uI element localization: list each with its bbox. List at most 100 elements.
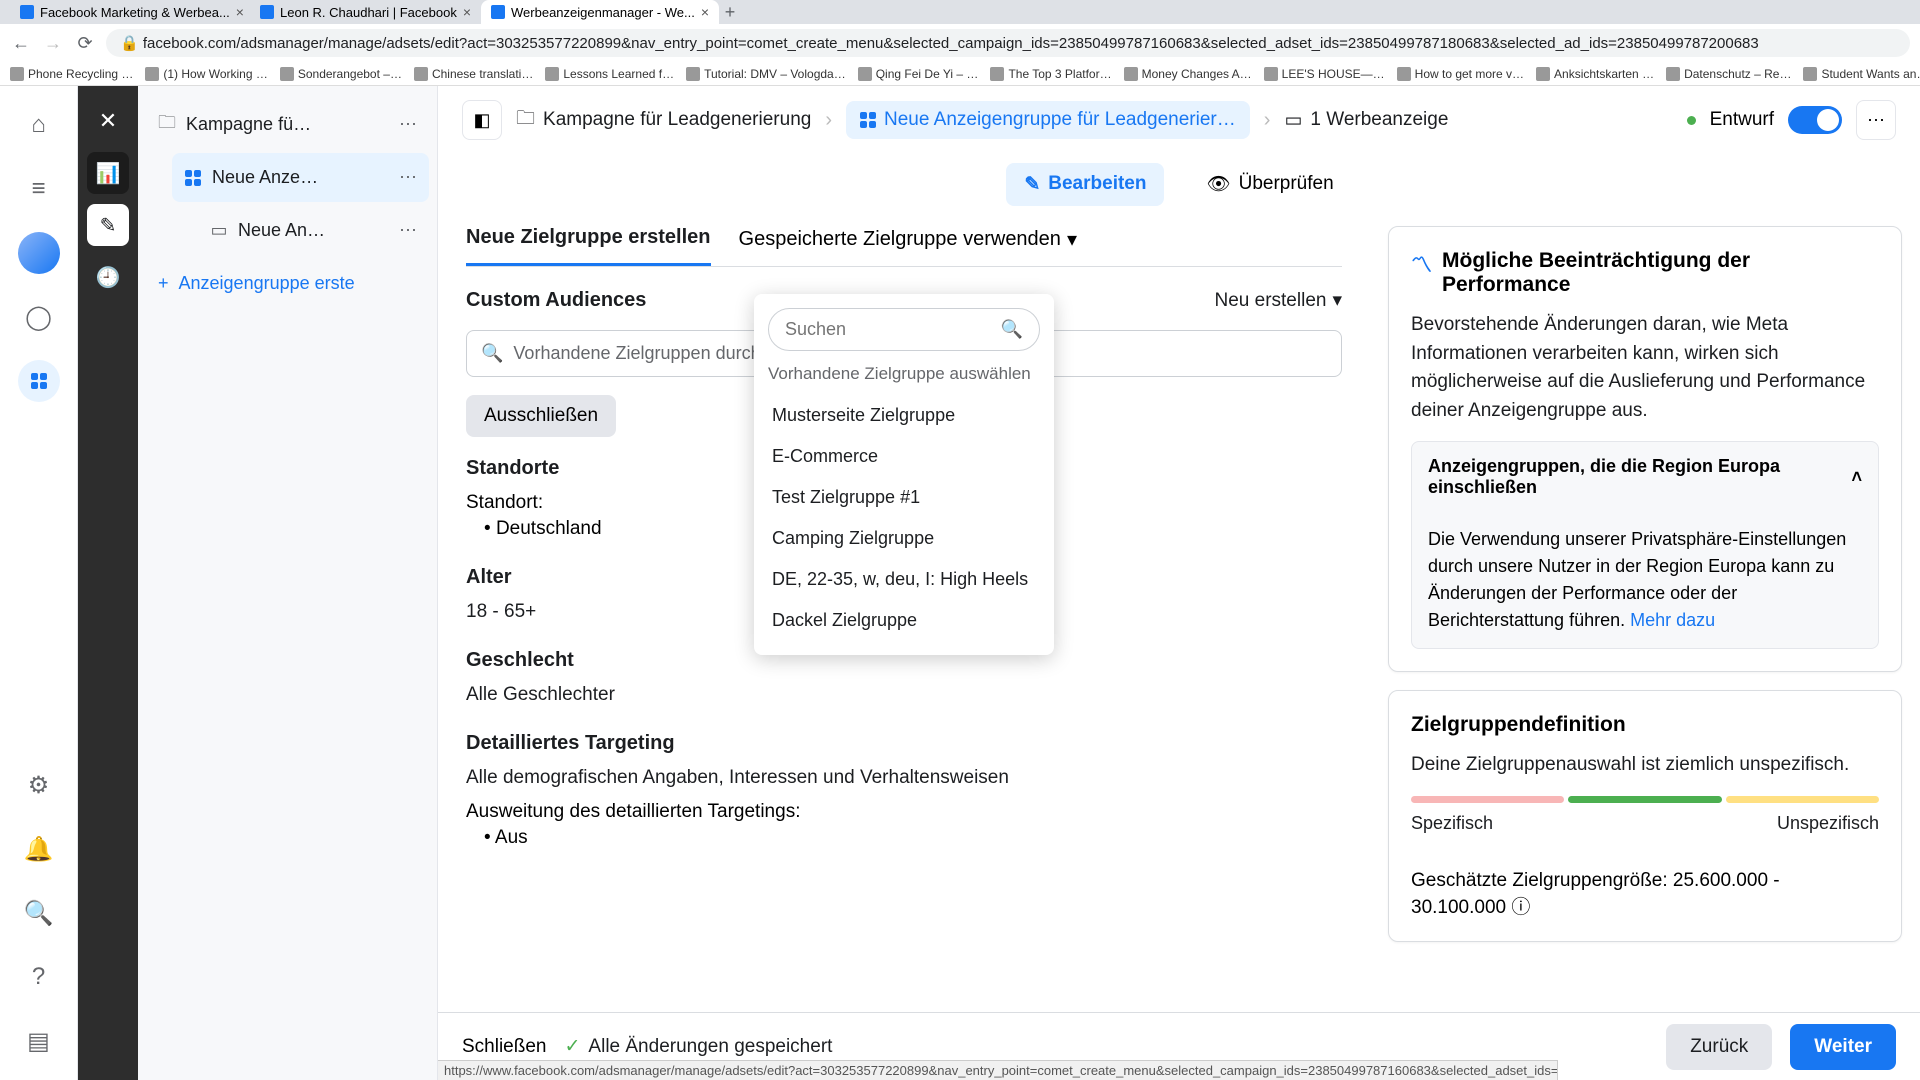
home-icon[interactable]: ⌂ <box>18 104 60 146</box>
chevron-right-icon: › <box>825 109 832 132</box>
bookmark[interactable]: The Top 3 Platfor… <box>990 67 1111 81</box>
forward-button[interactable]: → <box>42 32 64 54</box>
tree-adset[interactable]: Neue Anze… ⋯ <box>172 153 429 202</box>
search-icon[interactable]: 🔍 <box>18 892 60 934</box>
bookmark[interactable]: Phone Recycling … <box>10 67 133 81</box>
crumb-campaign[interactable]: 🗀Kampagne für Leadgenerierung <box>516 104 811 136</box>
bookmark[interactable]: LEE'S HOUSE—… <box>1264 67 1385 81</box>
bookmark[interactable]: (1) How Working … <box>145 67 267 81</box>
browser-tab[interactable]: Werbeanzeigenmanager - We...× <box>481 0 719 24</box>
exclude-button[interactable]: Ausschließen <box>466 395 616 437</box>
report-icon[interactable]: ▤ <box>18 1020 60 1062</box>
avatar[interactable] <box>18 232 60 274</box>
specificity-gauge <box>1411 796 1879 803</box>
bookmark[interactable]: Sonderangebot –… <box>280 67 402 81</box>
browser-tab-strip: Facebook Marketing & Werbea...× Leon R. … <box>0 0 1920 24</box>
bookmark-bar: Phone Recycling … (1) How Working … Sond… <box>0 62 1920 86</box>
targeting-value: Alle demografischen Angaben, Interessen … <box>466 767 1342 789</box>
adset-icon <box>860 112 876 128</box>
chevron-down-icon: ▾ <box>1332 289 1342 312</box>
more-button[interactable]: ⋯ <box>1856 100 1896 140</box>
more-icon[interactable]: ⋯ <box>399 167 417 188</box>
add-adset-button[interactable]: + Anzeigengruppe erste <box>146 259 429 308</box>
saved-status: ✓Alle Änderungen gespeichert <box>565 1035 833 1058</box>
audience-definition-card: Zielgruppendefinition Deine Zielgruppena… <box>1388 690 1902 942</box>
dropdown-item[interactable]: DE, 22-35, w, deu, I: High Heels <box>768 559 1040 600</box>
bookmark[interactable]: Datenschutz – Re… <box>1666 67 1791 81</box>
bookmark[interactable]: Lessons Learned f… <box>545 67 674 81</box>
gauge-icon[interactable]: ◯ <box>18 296 60 338</box>
bookmark[interactable]: Chinese translati… <box>414 67 533 81</box>
tree-ad[interactable]: ▭ Neue An… ⋯ <box>198 206 429 255</box>
back-button[interactable]: Zurück <box>1666 1024 1772 1070</box>
crumb-adset[interactable]: Neue Anzeigengruppe für Leadgenerier… <box>846 101 1250 139</box>
facebook-rail: ⌂ ≡ ◯ ⚙ 🔔 🔍 ? ▤ <box>0 86 78 1080</box>
info-icon[interactable]: ⓘ <box>1511 897 1530 918</box>
bookmark[interactable]: How to get more v… <box>1397 67 1524 81</box>
new-tab-button[interactable]: + <box>719 1 741 23</box>
close-icon[interactable]: × <box>463 4 471 20</box>
tab-saved-audience[interactable]: Gespeicherte Zielgruppe verwenden▾ <box>739 226 1077 266</box>
learn-more-link[interactable]: Mehr dazu <box>1630 610 1715 630</box>
more-icon[interactable]: ⋯ <box>399 220 417 241</box>
settings-icon[interactable]: ⚙ <box>18 764 60 806</box>
browser-tab[interactable]: Facebook Marketing & Werbea...× <box>10 0 250 24</box>
dropdown-item[interactable]: E-Commerce <box>768 436 1040 477</box>
dropdown-item[interactable]: Dackel Zielgruppe <box>768 600 1040 641</box>
crumb-ad[interactable]: ▭1 Werbeanzeige <box>1284 109 1448 132</box>
ad-icon: ▭ <box>210 222 228 240</box>
dropdown-item[interactable]: Musterseite Zielgruppe <box>768 395 1040 436</box>
search-icon: 🔍 <box>1001 319 1023 340</box>
tab-edit[interactable]: ✎Bearbeiten <box>1006 163 1164 206</box>
close-button[interactable]: ✕ <box>87 100 129 142</box>
performance-accordion: Anzeigengruppen, die die Region Europa e… <box>1411 441 1879 649</box>
performance-card: 〽Mögliche Beeinträchtigung der Performan… <box>1388 226 1902 672</box>
new-audience-button[interactable]: Neu erstellen▾ <box>1215 289 1343 312</box>
dropdown-search[interactable]: 🔍 <box>768 308 1040 351</box>
bookmark[interactable]: Anksichtskarten … <box>1536 67 1654 81</box>
chevron-up-icon: ˄ <box>1851 467 1862 488</box>
dropdown-search-input[interactable] <box>785 319 1001 340</box>
history-icon[interactable]: 🕘 <box>87 256 129 298</box>
tab-new-audience[interactable]: Neue Zielgruppe erstellen <box>466 226 711 266</box>
breadcrumb-bar: ◧ 🗀Kampagne für Leadgenerierung › Neue A… <box>438 86 1920 154</box>
bookmark[interactable]: Tutorial: DMV – Vologda… <box>686 67 846 81</box>
bookmark[interactable]: Qing Fei De Yi – … <box>858 67 979 81</box>
back-button[interactable]: ← <box>10 32 32 54</box>
custom-audiences-heading: Custom Audiences <box>466 289 666 312</box>
close-button[interactable]: Schließen <box>462 1036 547 1058</box>
ad-icon: ▭ <box>1284 109 1302 132</box>
tree-campaign[interactable]: 🗀 Kampagne fü… ⋯ <box>146 100 429 149</box>
next-button[interactable]: Weiter <box>1790 1024 1896 1070</box>
pencil-icon: ✎ <box>1024 173 1040 196</box>
accordion-header[interactable]: Anzeigengruppen, die die Region Europa e… <box>1412 442 1878 512</box>
adset-icon <box>184 169 202 187</box>
draft-status: Entwurf <box>1710 109 1774 131</box>
bookmark[interactable]: Money Changes A… <box>1124 67 1252 81</box>
edit-icon[interactable]: ✎ <box>87 204 129 246</box>
form-column: Neue Zielgruppe erstellen Gespeicherte Z… <box>438 214 1370 1012</box>
folder-icon: 🗀 <box>158 116 176 134</box>
chart-icon[interactable]: 📊 <box>87 152 129 194</box>
search-icon: 🔍 <box>481 343 503 364</box>
notifications-icon[interactable]: 🔔 <box>18 828 60 870</box>
bookmark[interactable]: Student Wants an… <box>1803 67 1920 81</box>
browser-tab[interactable]: Leon R. Chaudhari | Facebook× <box>250 0 481 24</box>
menu-icon[interactable]: ≡ <box>18 168 60 210</box>
url-bar[interactable]: 🔒 facebook.com/adsmanager/manage/adsets/… <box>106 29 1910 57</box>
dropdown-item[interactable]: Camping Zielgruppe <box>768 518 1040 559</box>
help-icon[interactable]: ? <box>18 956 60 998</box>
ads-manager-icon[interactable] <box>18 360 60 402</box>
reload-button[interactable]: ⟳ <box>74 32 96 54</box>
chevron-right-icon: › <box>1264 109 1271 132</box>
plus-icon: + <box>158 273 169 294</box>
close-icon[interactable]: × <box>701 4 709 20</box>
close-icon[interactable]: × <box>236 4 244 20</box>
panel-toggle-button[interactable]: ◧ <box>462 100 502 140</box>
more-icon[interactable]: ⋯ <box>399 114 417 135</box>
right-column: 〽Mögliche Beeinträchtigung der Performan… <box>1370 214 1920 1012</box>
tab-review[interactable]: 👁Überprüfen <box>1188 162 1351 206</box>
status-toggle[interactable] <box>1788 106 1842 134</box>
definition-body: Deine Zielgruppenauswahl ist ziemlich un… <box>1411 751 1879 780</box>
dropdown-item[interactable]: Test Zielgruppe #1 <box>768 477 1040 518</box>
